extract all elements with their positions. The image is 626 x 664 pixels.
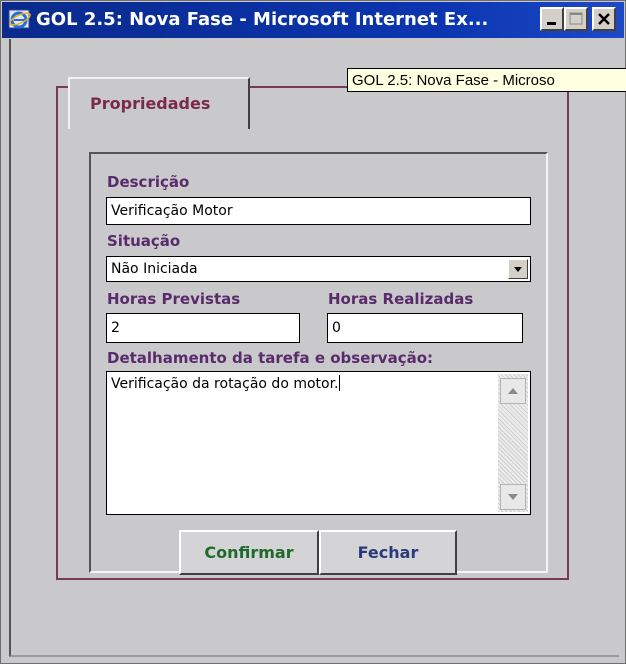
scroll-down-button[interactable] xyxy=(500,484,526,510)
horas-previstas-label: Horas Previstas xyxy=(107,290,241,308)
horas-realizadas-label: Horas Realizadas xyxy=(328,290,474,308)
arrow-down-icon xyxy=(508,494,518,500)
maximize-button[interactable] xyxy=(564,7,588,31)
title-tooltip: GOL 2.5: Nova Fase - Microso xyxy=(347,68,626,92)
situacao-value: Não Iniciada xyxy=(111,261,198,277)
fechar-button[interactable]: Fechar xyxy=(319,530,457,575)
tab-label: Propriedades xyxy=(90,94,211,113)
descricao-input[interactable]: Verificação Motor xyxy=(106,197,531,225)
window-title: GOL 2.5: Nova Fase - Microsoft Internet … xyxy=(36,9,489,30)
situacao-label: Situação xyxy=(107,232,181,250)
horas-previstas-input[interactable]: 2 xyxy=(106,313,300,343)
horas-realizadas-input[interactable]: 0 xyxy=(327,313,523,343)
confirm-button[interactable]: Confirmar xyxy=(179,530,319,575)
dropdown-arrow-button[interactable] xyxy=(508,259,528,279)
close-button[interactable] xyxy=(592,7,616,31)
title-bar[interactable]: GOL 2.5: Nova Fase - Microsoft Internet … xyxy=(2,2,624,38)
close-icon xyxy=(598,13,610,25)
minimize-button[interactable] xyxy=(540,7,564,31)
descricao-label: Descrição xyxy=(107,173,190,191)
browser-window: GOL 2.5: Nova Fase - Microsoft Internet … xyxy=(0,0,626,664)
detalhamento-label: Detalhamento da tarefa e observação: xyxy=(107,349,434,367)
chevron-down-icon xyxy=(514,267,522,272)
arrow-up-icon xyxy=(508,388,518,394)
detalhamento-text: Verificação da rotação do motor. xyxy=(111,375,340,392)
maximize-icon xyxy=(569,12,583,25)
detalhamento-value: Verificação da rotação do motor. xyxy=(111,376,339,392)
vertical-scrollbar[interactable] xyxy=(498,374,528,512)
minimize-icon xyxy=(547,22,556,25)
internet-explorer-icon xyxy=(8,8,32,32)
situacao-select[interactable]: Não Iniciada xyxy=(106,256,531,282)
scroll-up-button[interactable] xyxy=(500,378,526,404)
detalhamento-textarea[interactable]: Verificação da rotação do motor. xyxy=(106,371,531,515)
tab-propriedades[interactable]: Propriedades xyxy=(68,77,250,129)
text-caret xyxy=(338,375,340,391)
